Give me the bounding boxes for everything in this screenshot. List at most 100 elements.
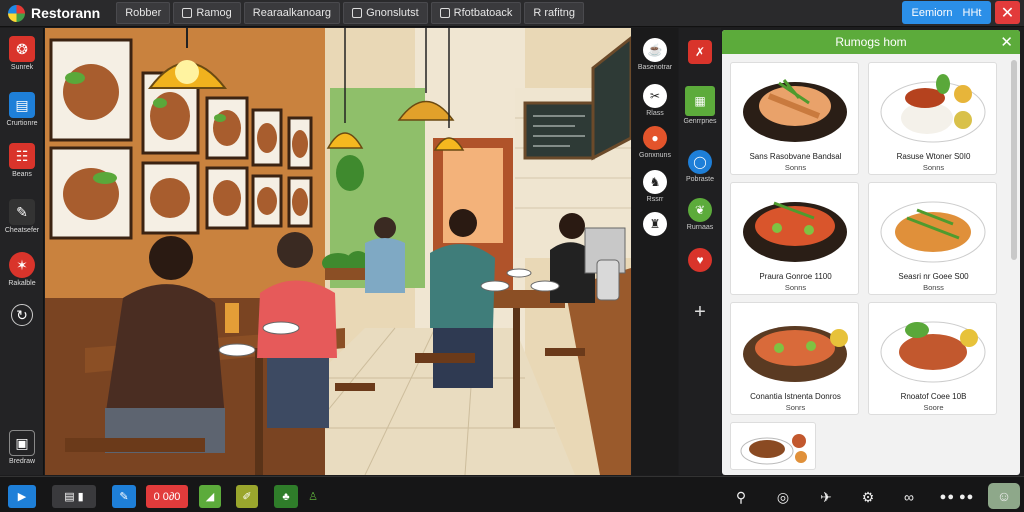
chat-icon: ☺: [996, 488, 1012, 504]
app-window: Restorann Robber Ramog Rearaalkanoarg Gn…: [0, 0, 1024, 512]
box-icon: ▣: [9, 430, 35, 456]
binoculars-button[interactable]: ∞: [897, 486, 921, 508]
tab-label: Gnonslutst: [366, 7, 419, 19]
sidebar-item-rakalble[interactable]: ✶ Rakalble: [0, 252, 44, 287]
more-button[interactable]: ●● ●●: [933, 486, 981, 508]
refresh-icon: ↻: [11, 304, 33, 326]
magnifier-button[interactable]: ⚲: [730, 486, 752, 508]
add-button[interactable]: +: [679, 300, 721, 324]
record-button[interactable]: 0 0∂0: [146, 485, 188, 508]
share-button[interactable]: ✈: [815, 486, 837, 508]
tab-rafitng[interactable]: R rafitng: [524, 2, 584, 24]
menu-item-price: Bonss: [923, 283, 944, 292]
magnifier-icon: ⚲: [735, 488, 747, 505]
menu-item-card[interactable]: Conantia Istnenta Donros Sonrs: [730, 302, 859, 415]
dish-image: [880, 74, 986, 143]
sidebar-item-beans[interactable]: ☷ Beans: [0, 143, 44, 178]
menu-item-card[interactable]: Seasri nr Goee S00 Bonss: [868, 182, 997, 295]
menu-panel-title: Rumogs hom: [835, 35, 907, 49]
menu-panel-header: Rumogs hom ✕: [722, 30, 1020, 54]
note-button[interactable]: ✐: [236, 485, 258, 508]
sidebar-item-crurtionre[interactable]: ▤ Crurtionre: [0, 92, 44, 127]
leaf-button[interactable]: ♣: [274, 485, 298, 508]
primary-button-label: Eemiorn: [911, 6, 953, 19]
top-bar: Restorann Robber Ramog Rearaalkanoarg Gn…: [0, 0, 1024, 27]
sidebar-item-label: Cheatsefer: [4, 227, 40, 234]
utensils-icon: ✂: [643, 84, 667, 108]
record-icon: ●: [643, 126, 667, 150]
sidebar-item-refresh[interactable]: ↻: [0, 304, 44, 326]
tool-gonxnuns[interactable]: ● Gonxnuns: [632, 126, 678, 159]
search-button[interactable]: ◎: [772, 486, 794, 508]
chat-button[interactable]: ☺: [988, 483, 1020, 509]
right-item-like[interactable]: ♥: [679, 248, 721, 272]
tab-robber[interactable]: Robber: [116, 2, 171, 24]
menu-item-card[interactable]: [730, 422, 816, 470]
menu-item-card[interactable]: Sans Rasobvane Bandsal Sonns: [730, 62, 859, 175]
menu-item-price: Sonns: [784, 283, 807, 292]
person-button[interactable]: ♙: [305, 485, 321, 508]
square-icon: [352, 8, 363, 18]
dish-image: [743, 326, 848, 382]
tool-label: Gonxnuns: [639, 152, 671, 159]
sidebar-item-label: Rakalble: [8, 280, 36, 287]
person-icon: ♙: [308, 491, 318, 503]
window-button[interactable]: ▤ ▮: [52, 485, 96, 508]
tool-diner[interactable]: ♜: [632, 212, 678, 236]
search-icon: ◎: [776, 488, 790, 505]
tool-basenotrar[interactable]: ☕ Basenotrar: [632, 38, 678, 71]
tag-button[interactable]: ◢: [199, 485, 221, 508]
diner-icon: ♜: [643, 212, 667, 236]
tab-rearaalkanoarg[interactable]: Rearaalkanoarg: [243, 2, 341, 24]
tab-label: R rafitng: [533, 7, 575, 19]
app-brand[interactable]: Restorann: [0, 0, 108, 27]
sidebar-item-cheatsefer[interactable]: ✎ Cheatsefer: [0, 199, 44, 234]
menu-item-card[interactable]: Praura Gonroe 1100 Sonns: [730, 182, 859, 295]
tab-gnonslutst[interactable]: Gnonslutst: [343, 2, 428, 24]
right-item-rurnaas[interactable]: ❦ Rurnaas: [679, 198, 721, 231]
secondary-button-label: HHt: [962, 6, 982, 19]
right-item-genrrpnes[interactable]: ▦ Genrrpnes: [679, 86, 721, 125]
tool-label: Rssrr: [646, 196, 664, 203]
play-button[interactable]: ▶: [8, 485, 36, 508]
right-item-label: Pobraste: [685, 176, 715, 183]
tool-rssrr[interactable]: ♞ Rssrr: [632, 170, 678, 203]
note-icon: ✐: [242, 491, 252, 503]
settings-button[interactable]: ⚙: [857, 486, 879, 508]
menu-item-price: Sonns: [784, 163, 807, 172]
tab-label: Ramog: [196, 7, 232, 19]
menu-scrollbar[interactable]: [1011, 60, 1017, 260]
menu-item-card[interactable]: Rasuse Wtoner S0I0 Sonns: [868, 62, 997, 175]
right-item-close-box[interactable]: ✗: [679, 40, 721, 64]
right-item-pobraste[interactable]: ◯ Pobraste: [679, 150, 721, 183]
dish-image: [880, 321, 986, 383]
restaurant-scene-image: [45, 28, 631, 475]
like-icon: ♥: [688, 248, 712, 272]
sidebar-item-bredraw[interactable]: ▣ Bredraw: [0, 430, 44, 465]
menu-item-card[interactable]: Rnoatof Coee 10B Soore: [868, 302, 997, 415]
star-icon: ✶: [9, 252, 35, 278]
sidebar-item-label: Sunrek: [10, 64, 34, 71]
tool-label: Basenotrar: [637, 64, 673, 71]
sidebar-item-label: Bredraw: [8, 458, 36, 465]
tools-column: ☕ Basenotrar ✂ Rlass ● Gonxnuns ♞ Rssrr …: [632, 28, 678, 475]
square-icon: [439, 8, 450, 18]
close-box-icon: ✗: [688, 40, 712, 64]
close-button[interactable]: ✕: [995, 1, 1020, 24]
share-icon: ✈: [820, 488, 832, 505]
pencil-button[interactable]: ✎: [112, 485, 136, 508]
right-item-label: Genrrpnes: [683, 118, 717, 125]
bottom-toolbar: ▶ ▤ ▮ ✎ 0 0∂0 ◢ ✐ ♣ ♙ ⚲ ◎ ✈ ⚙ ∞ ●● ●● ☺: [0, 476, 1024, 512]
menu-item-name: Sans Rasobvane Bandsal: [749, 152, 842, 161]
tab-rfotbatoack[interactable]: Rfotbatoack: [430, 2, 522, 24]
menu-item-name: Rasuse Wtoner S0I0: [896, 152, 971, 161]
settings-icon: ⚙: [861, 488, 875, 505]
close-icon[interactable]: ✕: [1000, 33, 1013, 51]
tab-ramog[interactable]: Ramog: [173, 2, 241, 24]
record-button-label: 0 0∂0: [153, 490, 181, 503]
primary-button[interactable]: Eemiorn HHt: [902, 1, 991, 24]
menu-item-name: Conantia Istnenta Donros: [750, 392, 841, 401]
sidebar-item-sunrek[interactable]: ❂ Sunrek: [0, 36, 44, 71]
tool-rlass[interactable]: ✂ Rlass: [632, 84, 678, 117]
tea-icon: ☕: [643, 38, 667, 62]
